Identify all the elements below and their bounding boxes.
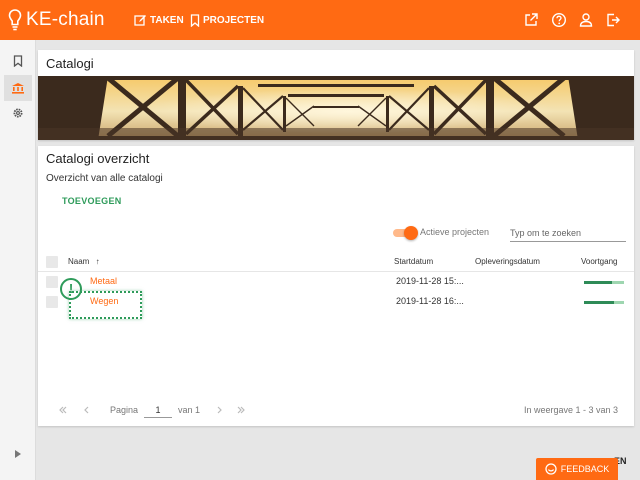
- pagination-summary: In weergave 1 - 3 van 3: [524, 405, 619, 415]
- toggle-knob: [404, 226, 418, 240]
- select-all-checkbox[interactable]: [46, 256, 58, 268]
- nav-projecten-label: PROJECTEN: [203, 14, 265, 26]
- row-checkbox[interactable]: [46, 296, 58, 308]
- page-of-label: van 1: [178, 405, 201, 415]
- last-page-icon[interactable]: [236, 405, 246, 415]
- lightbulb-icon: [8, 9, 22, 31]
- bookmark-icon: [13, 55, 23, 67]
- sidebar-item-catalogi[interactable]: [4, 75, 32, 101]
- sidebar-item-settings[interactable]: [4, 100, 32, 126]
- logout-icon[interactable]: [605, 12, 621, 28]
- bookmark-icon: [190, 13, 200, 27]
- add-button[interactable]: TOEVOEGEN: [62, 196, 122, 206]
- nav-projecten[interactable]: PROJECTEN: [190, 12, 264, 28]
- column-opleveringsdatum[interactable]: Opleveringsdatum: [475, 257, 540, 266]
- progress-fill: [584, 301, 614, 304]
- nav-taken-label: TAKEN: [150, 14, 184, 26]
- search-input[interactable]: [510, 224, 626, 242]
- first-page-icon[interactable]: [58, 405, 68, 415]
- feedback-label: FEEDBACK: [560, 464, 610, 474]
- sort-asc-icon: ↑: [95, 257, 100, 266]
- column-name-label: Naam: [68, 257, 90, 266]
- table-row[interactable]: Metaal 2019-11-28 15:...: [38, 272, 634, 292]
- row-startdatum: 2019-11-28 15:...: [396, 276, 464, 286]
- catalogi-header-card: Catalogi: [38, 50, 634, 140]
- next-page-icon[interactable]: [214, 405, 224, 415]
- sidebar: [0, 40, 36, 480]
- active-projects-toggle[interactable]: [391, 226, 418, 240]
- column-voortgang[interactable]: Voortgang: [581, 257, 617, 266]
- overview-title: Catalogi overzicht: [46, 151, 150, 166]
- help-icon[interactable]: [551, 12, 567, 28]
- feedback-button[interactable]: FEEDBACK: [536, 458, 618, 480]
- page-title: Catalogi: [46, 56, 94, 71]
- highlight-box: [69, 291, 142, 319]
- page-number-input[interactable]: [144, 402, 172, 418]
- external-link-icon[interactable]: [523, 12, 539, 28]
- bridge-banner-image: [38, 76, 634, 140]
- edit-icon: [134, 14, 146, 26]
- pagination: Pagina van 1 In weergave 1 - 3 van 3: [38, 400, 634, 420]
- expand-sidebar-icon[interactable]: [12, 448, 24, 460]
- sidebar-item-bookmarks[interactable]: [4, 48, 32, 74]
- column-name[interactable]: Naam ↑: [68, 257, 100, 266]
- column-startdatum[interactable]: Startdatum: [394, 257, 433, 266]
- table-header: Naam ↑ Startdatum Opleveringsdatum Voort…: [38, 252, 634, 272]
- prev-page-icon[interactable]: [82, 405, 92, 415]
- row-name-link[interactable]: Metaal: [90, 276, 117, 286]
- gear-icon: [13, 108, 23, 118]
- row-progress-bar: [584, 281, 624, 284]
- catalogi-overview-card: Catalogi overzicht Overzicht van alle ca…: [38, 146, 634, 426]
- row-startdatum: 2019-11-28 16:...: [396, 296, 464, 306]
- page-label: Pagina: [110, 405, 139, 415]
- brand-logo[interactable]: KE-chain: [8, 6, 105, 34]
- top-bar: KE-chain TAKEN PROJECTEN: [0, 0, 640, 40]
- smile-icon: [545, 463, 557, 475]
- row-checkbox[interactable]: [46, 276, 58, 288]
- progress-fill: [584, 281, 612, 284]
- overview-subtitle: Overzicht van alle catalogi: [46, 173, 163, 184]
- active-projects-label: Actieve projecten: [420, 227, 490, 237]
- row-progress-bar: [584, 301, 624, 304]
- app-name: KE-chain: [26, 9, 105, 30]
- institution-icon: [12, 83, 24, 94]
- user-icon[interactable]: [578, 12, 594, 28]
- nav-taken[interactable]: TAKEN: [134, 12, 184, 28]
